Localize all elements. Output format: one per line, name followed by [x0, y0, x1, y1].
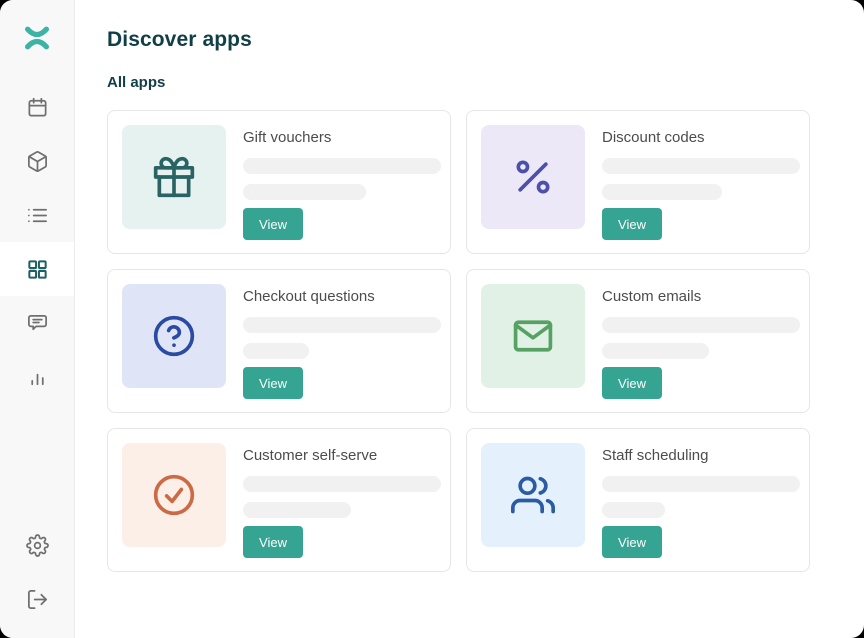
card-body: Custom emails View [602, 284, 800, 399]
app-card: Customer self-serve View [107, 428, 451, 572]
card-body: Staff scheduling View [602, 443, 800, 558]
sidebar-item-settings[interactable] [0, 518, 74, 572]
logout-icon [26, 588, 49, 611]
app-window: Discover apps All apps [0, 0, 864, 638]
app-card: Staff scheduling View [466, 428, 810, 572]
app-card: Discount codes View [466, 110, 810, 254]
view-button[interactable]: View [243, 526, 303, 558]
app-tile [481, 284, 585, 388]
view-button[interactable]: View [243, 208, 303, 240]
users-icon [511, 473, 555, 517]
calendar-icon [26, 96, 49, 119]
skeleton-line [602, 502, 665, 518]
app-card-title: Gift vouchers [243, 128, 331, 147]
skeleton-line [602, 343, 709, 359]
app-tile [481, 443, 585, 547]
apps-grid-icon [26, 258, 49, 281]
app-tile [481, 125, 585, 229]
skeleton-line [243, 184, 366, 200]
app-tile [122, 284, 226, 388]
card-body: Gift vouchers View [243, 125, 441, 240]
app-tile [122, 125, 226, 229]
sidebar-item-calendar[interactable] [0, 80, 74, 134]
list-icon [26, 204, 49, 227]
app-card-title: Staff scheduling [602, 446, 708, 465]
message-icon [26, 312, 49, 335]
skeleton-line [243, 158, 441, 174]
sidebar-item-products[interactable] [0, 134, 74, 188]
main-content: Discover apps All apps [75, 0, 864, 572]
bar-chart-icon [26, 366, 49, 389]
view-button[interactable]: View [602, 367, 662, 399]
skeleton-line [602, 317, 800, 333]
app-tile [122, 443, 226, 547]
skeleton-line [602, 184, 722, 200]
skeleton-line [243, 502, 351, 518]
skeleton-line [602, 476, 800, 492]
brand-logo-icon [22, 24, 52, 57]
sidebar [0, 0, 75, 638]
apps-grid: Gift vouchers View [107, 110, 864, 572]
sidebar-spacer [0, 404, 74, 518]
card-body: Checkout questions View [243, 284, 441, 399]
view-button[interactable]: View [243, 367, 303, 399]
skeleton-line [243, 317, 441, 333]
app-card: Custom emails View [466, 269, 810, 413]
app-card-title: Custom emails [602, 287, 701, 306]
mail-icon [511, 314, 555, 358]
card-body: Customer self-serve View [243, 443, 441, 558]
page-title: Discover apps [107, 28, 864, 52]
app-card-title: Discount codes [602, 128, 705, 147]
skeleton-line [243, 476, 441, 492]
percent-icon [511, 155, 555, 199]
app-card-title: Customer self-serve [243, 446, 377, 465]
sidebar-item-apps[interactable] [0, 242, 74, 296]
sidebar-item-services[interactable] [0, 188, 74, 242]
check-circle-icon [152, 473, 196, 517]
sidebar-item-logout[interactable] [0, 572, 74, 626]
card-body: Discount codes View [602, 125, 800, 240]
gift-icon [152, 155, 196, 199]
section-label-all-apps: All apps [107, 74, 864, 91]
app-card-title: Checkout questions [243, 287, 375, 306]
skeleton-line [602, 158, 800, 174]
package-icon [26, 150, 49, 173]
gear-icon [26, 534, 49, 557]
skeleton-line [243, 343, 309, 359]
view-button[interactable]: View [602, 208, 662, 240]
sidebar-item-reports[interactable] [0, 350, 74, 404]
question-icon [152, 314, 196, 358]
sidebar-item-messages[interactable] [0, 296, 74, 350]
app-card: Gift vouchers View [107, 110, 451, 254]
app-card: Checkout questions View [107, 269, 451, 413]
brand-logo[interactable] [0, 0, 74, 80]
view-button[interactable]: View [602, 526, 662, 558]
